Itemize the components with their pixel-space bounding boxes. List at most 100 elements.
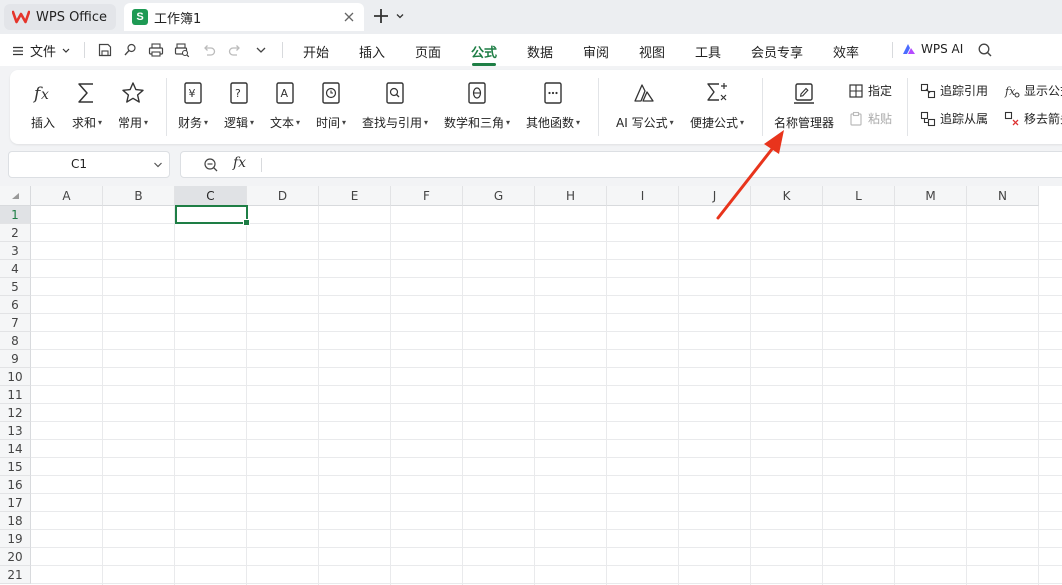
text-functions-button[interactable]: A 文本 ▾ [270,80,300,131]
chevron-down-icon[interactable] [153,161,163,169]
row-header-10[interactable]: 10 [0,368,31,386]
specify-button[interactable]: 指定 [848,82,892,99]
ai-write-formula-button[interactable]: AI 写公式 ▾ [616,80,674,131]
formula-input[interactable] [271,157,1051,173]
column-header-m[interactable]: M [895,186,967,206]
tab-page[interactable]: 页面 [415,42,441,61]
row-header-7[interactable]: 7 [0,314,31,332]
tab-member[interactable]: 会员专享 [751,42,803,61]
tab-formulas[interactable]: 公式 [471,42,497,61]
column-header-g[interactable]: G [463,186,535,206]
row-header-20[interactable]: 20 [0,548,31,566]
column-header-l[interactable]: L [823,186,895,206]
fx-icon[interactable]: fx [233,155,246,171]
column-header-d[interactable]: D [247,186,319,206]
math-trig-button[interactable]: 数学和三角 ▾ [444,80,510,131]
column-header-a[interactable]: A [31,186,103,206]
row-header-11[interactable]: 11 [0,386,31,404]
row-header-1[interactable]: 1 [0,206,31,224]
row-header-2[interactable]: 2 [0,224,31,242]
financial-label: 财务 [178,116,203,130]
remove-arrows-button[interactable]: 移去箭头 [1004,110,1062,127]
wps-ai-button[interactable]: WPS AI [902,42,963,56]
chevron-down-icon[interactable] [253,42,269,58]
column-header-e[interactable]: E [319,186,391,206]
lookup-icon [386,82,404,104]
clock-book-icon [322,82,340,104]
name-box[interactable]: C1 [8,151,170,178]
document-tab-label: 工作簿1 [154,11,202,27]
divider [84,42,85,58]
row-header-16[interactable]: 16 [0,476,31,494]
row-header-6[interactable]: 6 [0,296,31,314]
tab-insert[interactable]: 插入 [359,42,385,61]
redo-icon[interactable] [227,42,243,58]
lookup-reference-button[interactable]: 查找与引用 ▾ [362,80,428,131]
show-formulas-button[interactable]: fx 显示公式 [1004,82,1062,99]
row-header-18[interactable]: 18 [0,512,31,530]
active-cell-c1[interactable] [175,205,250,226]
row-header-4[interactable]: 4 [0,260,31,278]
select-all-corner[interactable] [0,186,31,206]
file-menu-button[interactable]: 文件 [12,41,73,60]
chevron-down-icon: ▾ [296,118,301,127]
zoom-icon[interactable] [203,157,219,173]
tab-home[interactable]: 开始 [303,42,329,61]
print-preview-icon[interactable] [174,42,190,58]
column-header-i[interactable]: I [607,186,679,206]
financial-functions-button[interactable]: ¥ 财务 ▾ [178,80,208,131]
row-header-9[interactable]: 9 [0,350,31,368]
wps-ai-icon [903,44,915,54]
tab-tools[interactable]: 工具 [695,42,721,61]
save-icon[interactable] [97,42,113,58]
tab-data[interactable]: 数据 [527,42,553,61]
row-header-12[interactable]: 12 [0,404,31,422]
row-header-5[interactable]: 5 [0,278,31,296]
trace-dependents-button[interactable]: 追踪从属 [920,110,988,127]
lookup-label: 查找与引用 [362,116,423,130]
column-header-c[interactable]: C [175,186,247,206]
row-header-13[interactable]: 13 [0,422,31,440]
format-painter-icon[interactable] [122,42,138,58]
logical-functions-button[interactable]: ? 逻辑 ▾ [224,80,254,131]
column-header-b[interactable]: B [103,186,175,206]
tab-efficiency[interactable]: 效率 [833,42,859,61]
time-functions-button[interactable]: 时间 ▾ [316,80,346,131]
ribbon-divider [166,78,167,136]
divider [261,158,262,172]
chevron-down-icon[interactable] [394,10,406,22]
more-functions-button[interactable]: 其他函数 ▾ [526,80,580,131]
row-header-15[interactable]: 15 [0,458,31,476]
svg-text:¥: ¥ [189,87,196,100]
more-functions-icon [544,82,562,104]
undo-icon[interactable] [201,42,217,58]
insert-function-button[interactable]: f x 插入 [30,80,56,131]
row-header-8[interactable]: 8 [0,332,31,350]
column-header-f[interactable]: F [391,186,463,206]
tab-review[interactable]: 审阅 [583,42,609,61]
row-gridline [31,403,1062,404]
trace-precedents-button[interactable]: 追踪引用 [920,82,988,99]
tab-view[interactable]: 视图 [639,42,665,61]
print-icon[interactable] [148,42,164,58]
common-functions-button[interactable]: 常用 ▾ [118,80,148,131]
search-icon[interactable] [977,42,993,58]
worksheet-grid[interactable]: ABCDEFGHIJKLMN 1 2 3 4 5 6 7 8 9 10 11 12 13 14 15 16 17… [0,186,1062,585]
row-header-17[interactable]: 17 [0,494,31,512]
paste-button[interactable]: 粘贴 [848,110,892,127]
new-tab-button[interactable] [372,6,390,26]
close-icon[interactable] [342,10,356,24]
row-header-19[interactable]: 19 [0,530,31,548]
row-header-14[interactable]: 14 [0,440,31,458]
column-header-n[interactable]: N [967,186,1039,206]
row-header-3[interactable]: 3 [0,242,31,260]
column-header-h[interactable]: H [535,186,607,206]
document-tab[interactable]: S 工作簿1 [124,3,364,31]
autosum-button[interactable]: 求和 ▾ [72,80,102,131]
svg-text:fx: fx [1004,85,1016,98]
chevron-down-icon: ▾ [98,118,103,127]
fill-handle[interactable] [243,219,250,226]
row-header-21[interactable]: 21 [0,566,31,584]
app-tab-wps-office[interactable]: WPS Office [4,4,116,30]
divider [892,42,893,58]
